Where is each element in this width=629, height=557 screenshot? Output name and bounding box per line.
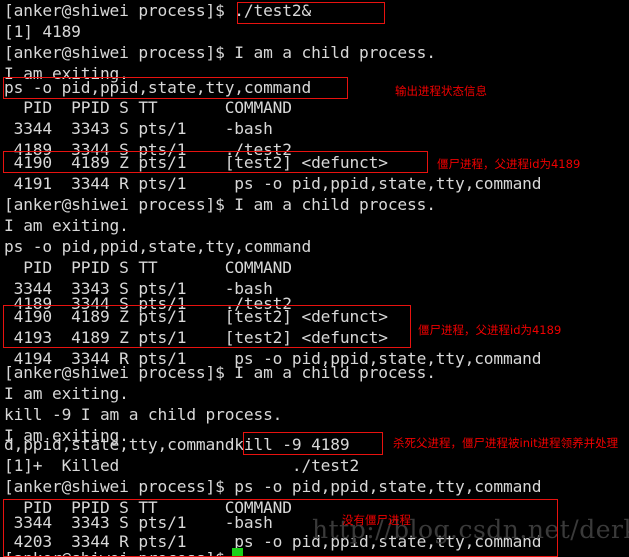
terminal-line: [anker@shiwei process]$ I am a child pro…	[4, 363, 436, 382]
terminal-line: ps -o pid,ppid,state,tty,command	[4, 237, 312, 256]
annotation-kill-parent: 杀死父进程，僵尸进程被init进程领养并处理	[393, 436, 619, 450]
terminal-line: 3344 3343 S pts/1 -bash	[4, 513, 273, 532]
terminal-line: PID PPID S TT COMMAND	[4, 98, 292, 117]
terminal-line: [anker@shiwei process]$ I am a child pro…	[4, 195, 436, 214]
terminal-line: I am exiting.	[4, 216, 129, 235]
terminal-window[interactable]: [anker@shiwei process]$ ./test2& [1] 418…	[0, 0, 629, 557]
terminal-line: ps -o pid,ppid,state,tty,command	[4, 78, 312, 97]
terminal-cursor	[232, 548, 243, 556]
terminal-line: PID PPID S TT COMMAND	[4, 258, 292, 277]
terminal-line: [anker@shiwei process]$ I am a child pro…	[4, 43, 436, 62]
terminal-line: 4191 3344 R pts/1 ps -o pid,ppid,state,t…	[4, 174, 542, 193]
terminal-line: [anker@shiwei process]$ ./test2&	[4, 1, 312, 20]
annotation-zombie-second: 僵尸进程，父进程id为4189	[418, 323, 562, 337]
terminal-line: 4193 4189 Z pts/1 [test2] <defunct>	[4, 328, 388, 347]
terminal-line: 4190 4189 Z pts/1 [test2] <defunct>	[4, 307, 388, 326]
annotation-no-zombie: 没有僵尸进程	[342, 513, 411, 527]
terminal-line: 4190 4189 Z pts/1 [test2] <defunct>	[4, 153, 388, 172]
annotation-output-process-state: 输出进程状态信息	[395, 84, 487, 98]
terminal-line: [anker@shiwei process]$ ps -o pid,ppid,s…	[4, 477, 542, 496]
terminal-line: I am exiting.	[4, 384, 129, 403]
annotation-zombie-first: 僵尸进程，父进程id为4189	[437, 157, 581, 171]
terminal-line: [1] 4189	[4, 22, 81, 41]
terminal-line-partial: [anker@shiwei process]$	[4, 548, 225, 557]
terminal-line: kill -9 I am a child process.	[4, 405, 283, 424]
terminal-line: 3344 3343 S pts/1 -bash	[4, 119, 273, 138]
terminal-line: [1]+ Killed ./test2	[4, 456, 360, 475]
terminal-line: d,ppid,state,tty,commandkill -9 4189	[4, 435, 350, 454]
